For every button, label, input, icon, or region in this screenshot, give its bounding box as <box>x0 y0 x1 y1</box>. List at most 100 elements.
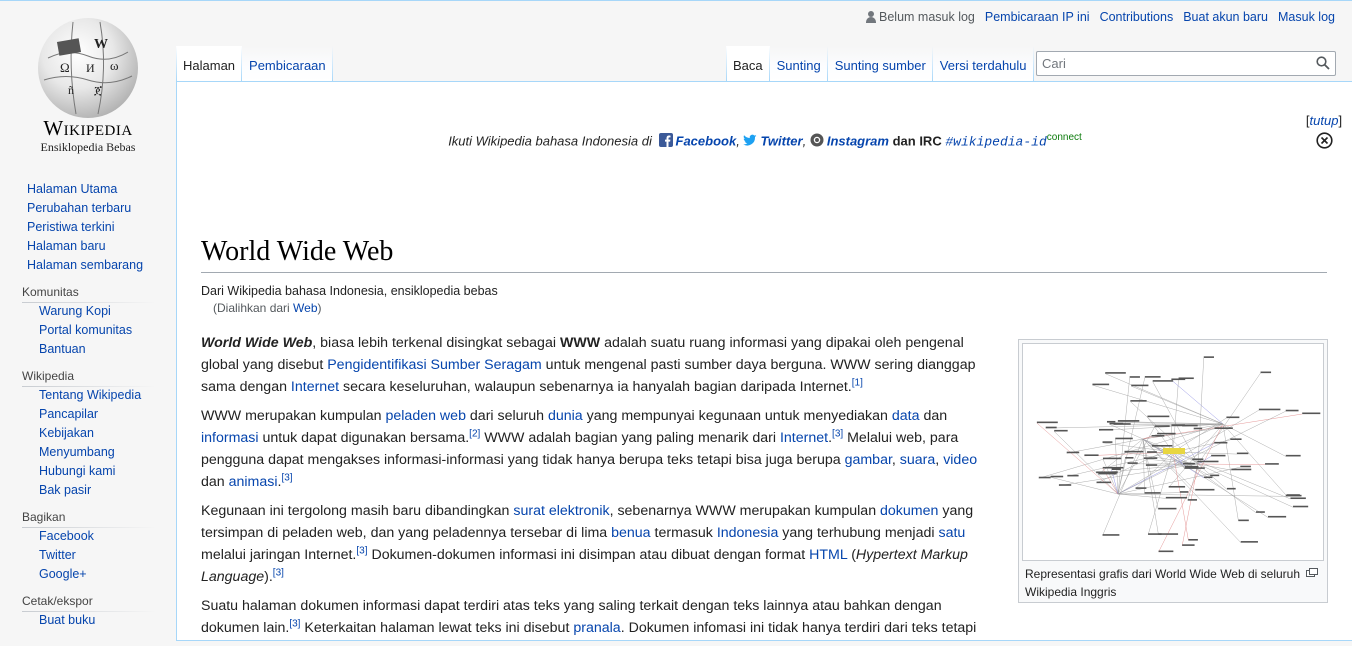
sidebar-item-recent-changes[interactable]: Perubahan terbaru <box>27 201 131 215</box>
search-input[interactable] <box>1037 52 1307 75</box>
sidebar-item-warung-kopi[interactable]: Warung Kopi <box>39 304 111 318</box>
reference-link[interactable]: [3] <box>832 428 843 439</box>
article-link[interactable]: Internet <box>780 430 828 446</box>
contributions-link[interactable]: Contributions <box>1100 10 1174 24</box>
graph-node-label <box>1105 372 1126 374</box>
graph-node-label <box>1214 427 1232 429</box>
sidebar-item-community-portal[interactable]: Portal komunitas <box>39 323 132 337</box>
article-link[interactable]: surat elektronik <box>513 503 609 519</box>
notice-instagram-link[interactable]: Instagram <box>827 133 889 148</box>
notice-connect-link[interactable]: connect <box>1047 132 1082 143</box>
paragraph: Kegunaan ini tergolong masih baru diband… <box>201 500 989 588</box>
sidebar-heading-print: Cetak/ekspor <box>22 592 176 611</box>
notice-dismiss: [tutup] <box>1304 113 1344 149</box>
graph-node-label <box>1130 400 1146 402</box>
graph-node-label <box>1103 534 1120 536</box>
graph-node-label <box>1204 476 1212 478</box>
network-graph-image[interactable] <box>1022 343 1324 561</box>
article-link[interactable]: data <box>892 408 920 424</box>
graph-edge <box>1198 464 1265 465</box>
graph-node-label <box>1153 380 1173 382</box>
graph-node-label <box>1145 492 1161 494</box>
close-icon[interactable] <box>1316 132 1333 149</box>
sidebar-item-create-book[interactable]: Buat buku <box>39 613 95 627</box>
tab-edit[interactable]: Sunting <box>770 46 828 81</box>
paragraph: World Wide Web, biasa lebih terkenal dis… <box>201 332 989 398</box>
sidebar-wikipedia: Wikipedia Tentang Wikipedia Pancapilar K… <box>0 367 176 500</box>
article-link[interactable]: informasi <box>201 430 259 446</box>
search-icon[interactable] <box>1316 56 1330 70</box>
reference-link[interactable]: [3] <box>273 567 284 578</box>
article-link[interactable]: Indonesia <box>717 525 779 541</box>
article-link[interactable]: suara <box>900 452 936 468</box>
text: ). <box>264 569 273 585</box>
article-link[interactable]: HTML <box>809 547 847 563</box>
article-link[interactable]: animasi <box>229 474 278 490</box>
tab-edit-source[interactable]: Sunting sumber <box>828 46 933 81</box>
sidebar-item-help[interactable]: Bantuan <box>39 342 86 356</box>
graph-node-label <box>1145 376 1161 378</box>
reference-link[interactable]: [3] <box>289 618 300 629</box>
enlarge-icon[interactable] <box>1306 568 1318 577</box>
reference-link[interactable]: [3] <box>281 472 292 483</box>
sidebar-print: Cetak/ekspor Buat buku <box>0 592 176 630</box>
notice-irc-channel[interactable]: #wikipedia-id <box>945 134 1046 149</box>
sidebar-item-five-pillars[interactable]: Pancapilar <box>39 407 98 421</box>
graph-node-label <box>1158 508 1176 510</box>
graph-edge <box>1143 429 1214 439</box>
sidebar-item-donate[interactable]: Menyumbang <box>39 445 115 459</box>
graph-edge <box>1118 378 1130 494</box>
reference-link[interactable]: [2] <box>469 428 480 439</box>
text: yang terhubung menjadi <box>778 525 938 541</box>
article-link[interactable]: peladen web <box>386 408 466 424</box>
logo-tagline: Ensiklopedia Bebas <box>26 140 150 155</box>
sidebar-item-contact[interactable]: Hubungi kami <box>39 464 115 478</box>
login-link[interactable]: Masuk log <box>1278 10 1335 24</box>
wikipedia-logo[interactable]: W Ω И ω ñ ጀ Wikipedia Ensiklopedia Bebas <box>26 14 150 164</box>
reference-link[interactable]: [1] <box>852 377 863 388</box>
redirect-link[interactable]: Web <box>293 301 317 315</box>
sidebar-item-main-page[interactable]: Halaman Utama <box>27 182 117 196</box>
article-link[interactable]: Pengidentifikasi Sumber Seragam <box>327 357 542 373</box>
article-link[interactable]: satu <box>938 525 965 541</box>
sidebar-item-twitter[interactable]: Twitter <box>39 548 76 562</box>
tab-page[interactable]: Halaman <box>176 46 242 81</box>
puzzle-globe-icon: W Ω И ω ñ ጀ <box>38 18 138 118</box>
reference-link[interactable]: [3] <box>356 545 367 556</box>
notice-prefix: Ikuti Wikipedia bahasa Indonesia di <box>448 133 652 148</box>
sidebar-item-current-events[interactable]: Peristiwa terkini <box>27 220 115 234</box>
view-tabs: Baca Sunting Sunting sumber Versi terdah… <box>726 46 1034 81</box>
graph-node-label <box>1144 457 1157 459</box>
sidebar-item-random-page[interactable]: Halaman sembarang <box>27 258 143 272</box>
article-link[interactable]: video <box>943 452 977 468</box>
graph-node-label <box>1230 438 1241 440</box>
article-link[interactable]: Internet <box>291 379 339 395</box>
create-account-link[interactable]: Buat akun baru <box>1183 10 1268 24</box>
graph-node-label <box>1256 511 1265 513</box>
sidebar-item-google-plus[interactable]: Google+ <box>39 567 87 581</box>
ip-talk-link[interactable]: Pembicaraan IP ini <box>985 10 1090 24</box>
graph-node-label <box>1136 487 1147 489</box>
article-link[interactable]: benua <box>611 525 650 541</box>
sidebar-item-about[interactable]: Tentang Wikipedia <box>39 388 141 402</box>
article-link[interactable]: dokumen <box>880 503 938 519</box>
article-link[interactable]: pranala <box>573 620 620 636</box>
sidebar-item-new-pages[interactable]: Halaman baru <box>27 239 106 253</box>
notice-facebook-link[interactable]: Facebook <box>676 133 737 148</box>
graph-node-label <box>1039 477 1051 479</box>
notice-twitter-link[interactable]: Twitter <box>760 133 802 148</box>
graph-node-label <box>1107 421 1115 423</box>
article-link[interactable]: dunia <box>548 408 583 424</box>
tab-history[interactable]: Versi terdahulu <box>933 46 1034 81</box>
sidebar-item-sandbox[interactable]: Bak pasir <box>39 483 91 497</box>
article-link[interactable]: gambar <box>845 452 892 468</box>
dismiss-link[interactable]: tutup <box>1310 113 1339 128</box>
bold-term: World Wide Web <box>201 335 312 351</box>
tab-talk[interactable]: Pembicaraan <box>242 46 333 81</box>
sidebar-item-policies[interactable]: Kebijakan <box>39 426 94 440</box>
sidebar-item-facebook[interactable]: Facebook <box>39 529 94 543</box>
graph-node-label <box>1226 416 1239 418</box>
text: ( <box>847 547 856 563</box>
text: secara keseluruhan, walaupun sebenarnya … <box>339 379 852 395</box>
tab-read[interactable]: Baca <box>726 46 770 81</box>
